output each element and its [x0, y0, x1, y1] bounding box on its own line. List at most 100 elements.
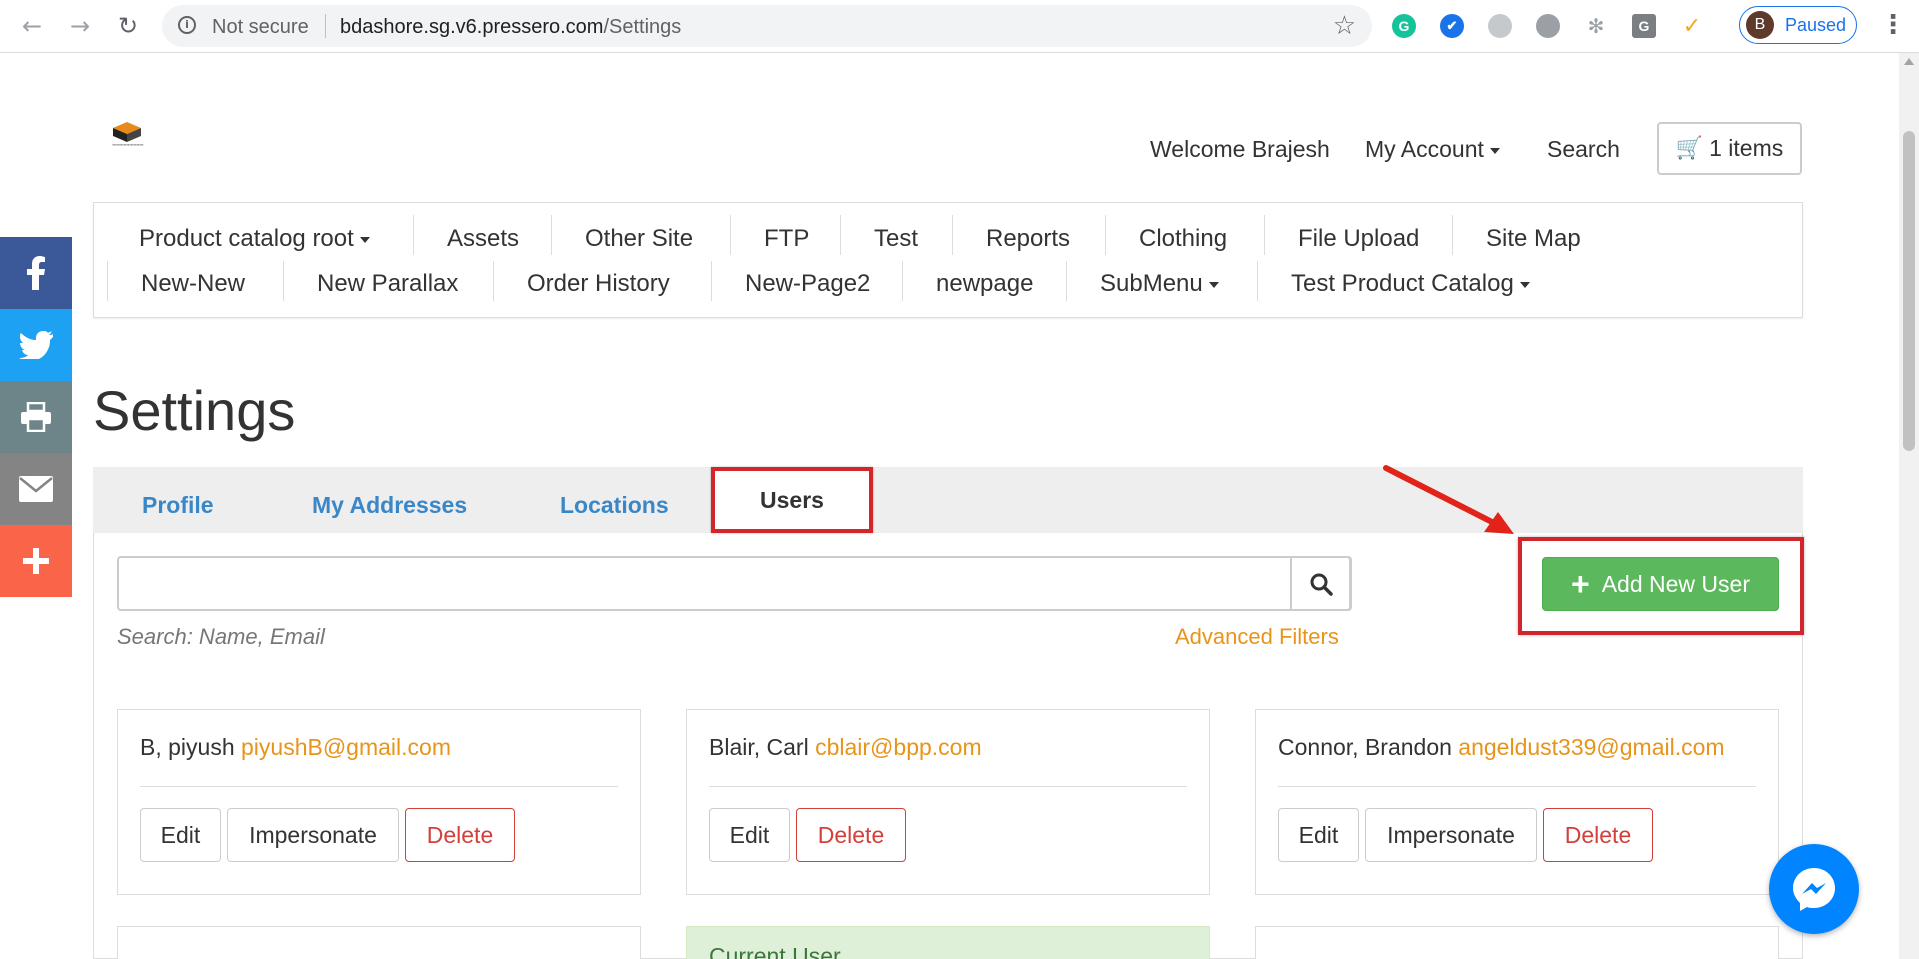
delete-button[interactable]: Delete — [1543, 808, 1653, 862]
facebook-share-button[interactable] — [0, 237, 72, 309]
user-email[interactable]: angeldust339@gmail.com — [1458, 734, 1724, 760]
g-extension-icon[interactable]: G — [1632, 14, 1656, 38]
plus-icon: + — [1571, 566, 1590, 602]
menu-clothing[interactable]: Clothing — [1139, 225, 1227, 253]
menu-submenu[interactable]: SubMenu — [1100, 270, 1219, 298]
menu-divider — [551, 215, 552, 255]
forward-icon[interactable]: → — [64, 10, 96, 42]
add-new-user-button[interactable]: + Add New User — [1542, 557, 1779, 611]
menu-divider — [711, 261, 712, 301]
menu-file-upload[interactable]: File Upload — [1298, 225, 1419, 253]
menu-order-history[interactable]: Order History — [527, 270, 670, 298]
impersonate-button[interactable]: Impersonate — [227, 808, 399, 862]
checkmark-extension-icon[interactable]: ✔ — [1440, 14, 1464, 38]
menu-reports[interactable]: Reports — [986, 225, 1070, 253]
caret-down-icon — [359, 236, 370, 243]
print-share-button[interactable] — [0, 381, 72, 453]
site-logo[interactable]: ▪▪▪▪▪▪▪▪▪▪▪▪▪▪▪▪▪▪▪▪▪▪ — [97, 122, 159, 150]
user-card: Connor, Brandon angeldust339@gmail.com E… — [1255, 709, 1779, 895]
edit-button[interactable]: Edit — [709, 808, 790, 862]
menu-divider — [1452, 215, 1453, 255]
menu-other-site[interactable]: Other Site — [585, 225, 693, 253]
main-menu: Product catalog root Assets Other Site F… — [93, 202, 1803, 318]
caret-down-icon — [1489, 147, 1500, 154]
printer-icon — [21, 402, 51, 432]
grammarly-icon[interactable]: G — [1392, 14, 1416, 38]
menu-new-new[interactable]: New-New — [141, 270, 245, 298]
menu-divider — [840, 215, 841, 255]
user-card: B, piyush piyushB@gmail.com Edit Imperso… — [117, 709, 641, 895]
menu-newpage[interactable]: newpage — [936, 270, 1033, 298]
speech-bubble-icon[interactable] — [1536, 14, 1560, 38]
welcome-text: Welcome Brajesh — [1150, 136, 1330, 162]
menu-new-parallax[interactable]: New Parallax — [317, 270, 458, 298]
page-scrollbar[interactable] — [1899, 53, 1919, 959]
menu-site-map[interactable]: Site Map — [1486, 225, 1581, 253]
tab-locations[interactable]: Locations — [560, 492, 669, 519]
extension-icon[interactable] — [1488, 14, 1512, 38]
user-name: B, piyush piyushB@gmail.com — [140, 734, 451, 760]
tab-my-addresses[interactable]: My Addresses — [312, 492, 467, 519]
impersonate-button[interactable]: Impersonate — [1365, 808, 1537, 862]
edit-button[interactable]: Edit — [1278, 808, 1359, 862]
profile-button[interactable]: B Paused — [1739, 6, 1857, 44]
twitter-icon — [19, 331, 53, 359]
page-title: Settings — [93, 379, 296, 442]
cart-button[interactable]: 🛒 1 items — [1657, 122, 1802, 175]
scroll-thumb[interactable] — [1903, 131, 1915, 451]
twitter-share-button[interactable] — [0, 309, 72, 381]
messenger-chat-button[interactable] — [1769, 844, 1859, 934]
avatar: B — [1746, 11, 1774, 39]
menu-divider — [413, 215, 414, 255]
caret-down-icon — [1208, 281, 1219, 288]
advanced-filters-link[interactable]: Advanced Filters — [1175, 624, 1339, 650]
search-icon — [1310, 573, 1333, 596]
card-divider — [140, 786, 618, 787]
user-name: Blair, Carl cblair@bpp.com — [709, 734, 982, 760]
menu-assets[interactable]: Assets — [447, 225, 519, 253]
url-text[interactable]: bdashore.sg.v6.pressero.com/Settings — [340, 16, 681, 39]
todo-check-icon[interactable]: ✓ — [1680, 14, 1704, 39]
address-bar[interactable]: i Not secure bdashore.sg.v6.pressero.com… — [162, 5, 1372, 47]
menu-test-product-catalog[interactable]: Test Product Catalog — [1291, 270, 1530, 298]
email-share-button[interactable] — [0, 453, 72, 525]
my-account-dropdown[interactable]: My Account — [1365, 136, 1500, 163]
delete-button[interactable]: Delete — [796, 808, 906, 862]
scroll-up-arrow-icon[interactable] — [1904, 58, 1914, 65]
annotation-arrow-icon — [1383, 465, 1514, 534]
menu-divider — [1066, 261, 1067, 301]
search-link[interactable]: Search — [1547, 136, 1620, 163]
menu-ftp[interactable]: FTP — [764, 225, 809, 253]
menu-divider — [107, 261, 108, 301]
user-email[interactable]: piyushB@gmail.com — [241, 734, 451, 760]
plus-icon — [23, 548, 49, 574]
snowflake-icon[interactable]: ✻ — [1584, 14, 1608, 38]
user-card: Blair, Carl cblair@bpp.com Edit Delete — [686, 709, 1210, 895]
search-button[interactable] — [1290, 556, 1351, 611]
messenger-icon — [1793, 868, 1835, 911]
tab-profile[interactable]: Profile — [142, 492, 214, 519]
user-name: Connor, Brandon angeldust339@gmail.com — [1278, 734, 1725, 760]
add-new-user-label: Add New User — [1601, 570, 1750, 597]
menu-product-catalog-root[interactable]: Product catalog root — [139, 225, 370, 253]
edit-button[interactable]: Edit — [140, 808, 221, 862]
user-search-input[interactable] — [117, 556, 1352, 611]
menu-divider — [902, 261, 903, 301]
bookmark-star-icon[interactable]: ☆ — [1333, 11, 1356, 41]
delete-button[interactable]: Delete — [405, 808, 515, 862]
menu-divider — [493, 261, 494, 301]
user-email[interactable]: cblair@bpp.com — [815, 734, 982, 760]
shopping-cart-icon: 🛒 — [1675, 136, 1704, 161]
menu-kebab-icon[interactable]: ⋮ — [1880, 10, 1906, 40]
logo-tagline: ▪▪▪▪▪▪▪▪▪▪▪▪▪▪▪▪▪▪▪▪▪▪ — [112, 142, 144, 147]
menu-test[interactable]: Test — [874, 225, 918, 253]
menu-new-page2[interactable]: New-Page2 — [745, 270, 870, 298]
more-share-button[interactable] — [0, 525, 72, 597]
menu-divider — [1105, 215, 1106, 255]
back-icon[interactable]: ← — [16, 10, 48, 42]
tab-users[interactable]: Users — [711, 467, 873, 533]
current-user-label: Current User — [709, 943, 841, 959]
reload-icon[interactable]: ↻ — [112, 10, 144, 42]
menu-divider — [283, 261, 284, 301]
info-icon[interactable]: i — [178, 16, 196, 34]
